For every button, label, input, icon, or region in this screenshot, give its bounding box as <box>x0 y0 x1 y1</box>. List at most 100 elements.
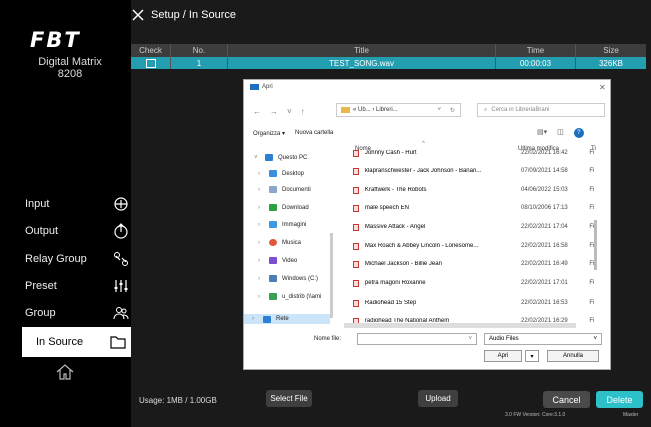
row-checkbox[interactable] <box>145 58 156 68</box>
navigation-tree: ˅ Questo PC › Desktop › Documenti › Download… <box>244 144 336 324</box>
view-options-icon[interactable]: ▤▾ <box>537 128 547 138</box>
nav-item-preset[interactable]: Preset <box>25 271 135 301</box>
file-date: 08/10/2006 17:13 <box>521 205 568 211</box>
nav-item-in-source[interactable]: In Source <box>22 327 132 357</box>
row-time: 00:00:03 <box>496 57 576 69</box>
tree-label: Desktop <box>282 170 305 177</box>
address-path: « Ub... › Libreri... <box>353 107 398 113</box>
audio-file-icon <box>353 299 359 307</box>
delete-button[interactable]: Delete <box>596 391 643 408</box>
file-row[interactable]: Massive Attack - Angel 22/02/2021 17:04 Fi <box>353 222 603 232</box>
file-type: Fi <box>589 150 595 156</box>
row-check-cell <box>131 57 171 69</box>
tree-item[interactable]: › Download <box>258 204 309 211</box>
organize-menu[interactable]: Organizza ▾ <box>253 130 285 137</box>
select-file-button[interactable]: Select File <box>266 390 312 407</box>
home-icon[interactable] <box>55 362 75 382</box>
file-row[interactable]: Max Roach & Abbey Lincoln - Lonesome... 2… <box>353 241 603 251</box>
tree-label: Musica <box>282 239 302 246</box>
view-tools: ▤▾ ◫ ? <box>537 128 584 138</box>
table-header: Check No. Title Time Size <box>131 44 646 57</box>
file-name: Johnny Cash - Hurt <box>364 150 417 156</box>
file-row[interactable]: Radiohead 15 Step 22/02/2021 16:53 Fi <box>353 298 603 308</box>
tree-item[interactable]: › Immagini <box>258 221 306 228</box>
dialog-titlebar: Apri <box>250 84 273 90</box>
upload-button[interactable]: Upload <box>418 390 458 407</box>
up-arrow-icon[interactable]: ↑ <box>301 107 305 116</box>
search-input[interactable]: ⌕ Cerca in LibreriaBrani <box>477 103 605 117</box>
file-type: Fi <box>589 168 595 174</box>
file-date: 22/02/2021 17:04 <box>521 224 568 230</box>
audio-file-icon <box>353 149 359 157</box>
file-row[interactable]: klapranschwester - Jack Johnson - Banan.… <box>353 166 603 176</box>
sliders-icon <box>114 280 128 292</box>
tree-label: Download <box>282 204 309 211</box>
chevron-down-icon[interactable]: ˅ <box>287 107 292 116</box>
file-date: 04/06/2022 15:03 <box>521 187 568 193</box>
row-size: 326KB <box>598 58 624 68</box>
refresh-icon[interactable]: ↻ <box>450 107 455 114</box>
file-row[interactable]: male speech EN 08/10/2006 17:13 Fi <box>353 203 603 213</box>
new-folder-button[interactable]: Nuova cartella <box>295 130 333 137</box>
table-row[interactable]: 1 TEST_SONG.wav 00:00:03 326KB <box>131 57 646 69</box>
help-icon[interactable]: ? <box>573 128 584 138</box>
file-date: 07/09/2021 14:58 <box>521 168 568 174</box>
file-row[interactable]: Johnny Cash - Hurt 22/02/2021 16:42 Fi <box>353 148 603 158</box>
file-row[interactable]: Kraftwerk - The Robots 04/06/2022 15:03 Fi <box>353 185 603 195</box>
tree-item[interactable]: › u_distrib (\\ami <box>258 293 321 300</box>
filetype-value: Audio Files <box>489 336 519 342</box>
col-no: No. <box>171 44 228 57</box>
input-icon <box>114 197 128 211</box>
col-check: Check <box>131 44 171 57</box>
desktop-icon <box>269 170 277 177</box>
nav-item-relay-group[interactable]: Relay Group <box>25 244 135 274</box>
forward-arrow-icon[interactable]: → <box>270 107 278 116</box>
tree-item[interactable]: › Video <box>258 257 297 264</box>
nav-label: Output <box>25 225 59 237</box>
filename-label: Nome file: <box>314 336 342 342</box>
close-icon[interactable]: ✕ <box>599 83 606 92</box>
chevron-down-icon[interactable]: ˅ <box>437 107 441 113</box>
file-name: Kraftwerk - The Robots <box>364 187 427 193</box>
file-date: 22/02/2021 16:58 <box>521 243 568 249</box>
tools-icon <box>132 9 144 21</box>
preview-pane-icon[interactable]: ◫ <box>557 128 564 138</box>
cancel-button[interactable]: Cancel <box>543 391 590 408</box>
tree-item[interactable]: › Windows (C:) <box>258 275 318 282</box>
address-bar[interactable]: « Ub... › Libreri... ˅ ↻ <box>336 103 461 117</box>
fbt-logo: FBT <box>30 28 81 52</box>
tree-item-selected[interactable]: › Rete <box>244 314 330 324</box>
dialog-app-icon <box>250 84 259 90</box>
search-icon: ⌕ <box>484 106 488 113</box>
file-row[interactable]: petra magoni Roxanne 22/02/2021 17:01 Fi <box>353 278 603 288</box>
tree-item[interactable]: ˅ Questo PC <box>254 154 307 161</box>
back-arrow-icon[interactable]: ← <box>253 107 261 116</box>
filename-input[interactable]: ˅ <box>357 333 477 345</box>
col-title: Title <box>228 44 496 57</box>
product-line2: 8208 <box>57 68 83 80</box>
file-type: Fi <box>589 300 595 306</box>
tree-scrollbar[interactable] <box>330 233 333 318</box>
chevron-down-icon[interactable]: ˅ <box>468 336 472 342</box>
nav-label: Relay Group <box>25 253 87 265</box>
audio-file-icon <box>353 279 359 287</box>
open-button[interactable]: Apri <box>484 350 522 362</box>
tree-item[interactable]: › Musica <box>258 239 301 246</box>
open-dropdown-button[interactable]: ▾ <box>525 350 539 362</box>
tree-item[interactable]: › Documenti <box>258 186 311 193</box>
nav-item-output[interactable]: Output <box>25 216 135 246</box>
cancel-dialog-button[interactable]: Annulla <box>547 350 599 362</box>
audio-file-icon <box>353 167 359 175</box>
product-line1: Digital Matrix <box>38 56 102 68</box>
filetype-select[interactable]: Audio Files ˅ <box>484 333 602 345</box>
list-scrollbar[interactable] <box>594 220 597 270</box>
chevron-down-icon: ▾ <box>530 353 534 360</box>
file-name: Max Roach & Abbey Lincoln - Lonesome... <box>364 243 479 249</box>
file-row[interactable]: Michael Jackson - Billie Jean 22/02/2021 … <box>353 259 603 269</box>
horizontal-scrollbar[interactable] <box>344 323 576 328</box>
nav-label: Preset <box>25 280 57 292</box>
tree-item[interactable]: › Desktop <box>258 170 304 177</box>
nav-item-input[interactable]: Input <box>25 189 135 219</box>
dialog-title: Apri <box>262 84 273 90</box>
nav-item-group[interactable]: Group <box>25 298 135 328</box>
